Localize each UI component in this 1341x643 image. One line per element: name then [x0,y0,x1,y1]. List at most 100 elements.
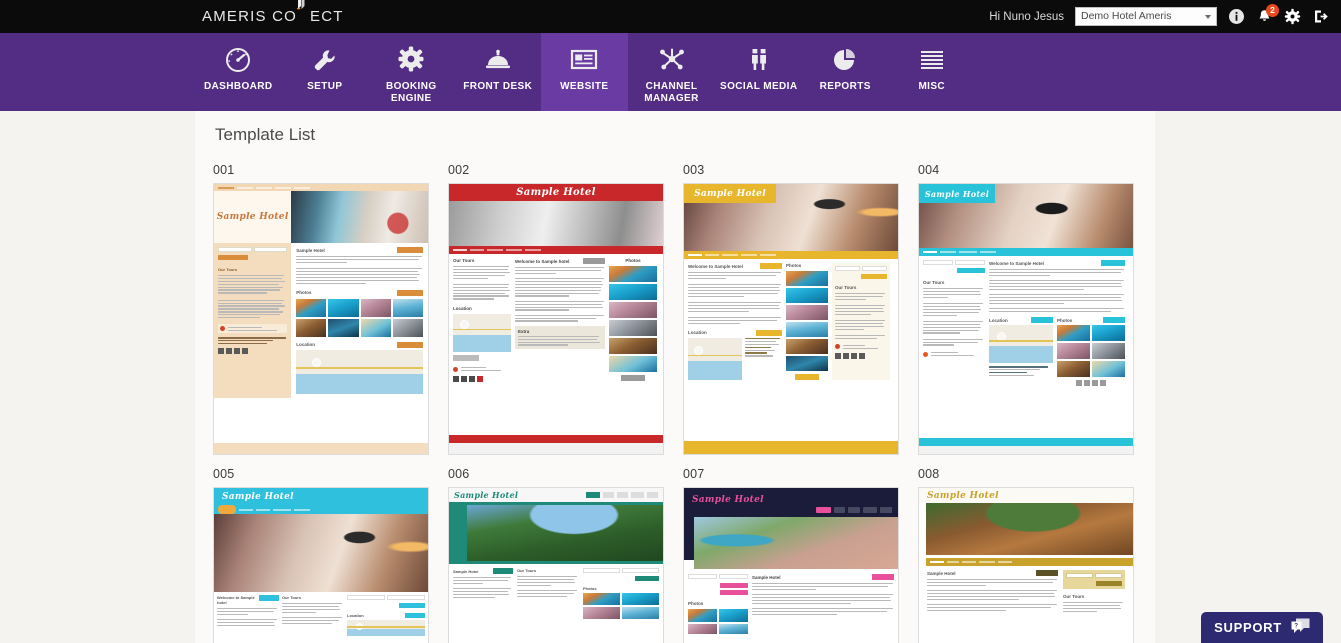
logo-text-left: AMERIS CO [202,8,297,25]
template-card[interactable]: 004 Sample Hotel Our Tours Welcome to Sa… [918,163,1134,455]
template-heading: Welcome to Sample Hotel [688,263,743,269]
template-section-label: Our Tours [517,568,537,573]
people-icon [744,43,774,77]
template-thumbnail-006[interactable]: Sample Hotel Sample Hotel Our Tours Phot… [448,487,664,643]
nav-item-front-desk[interactable]: FRONT DESK [455,33,542,111]
template-section-label: Location [989,317,1008,323]
user-greeting: Hi Nuno Jesus [989,10,1064,23]
template-heading: Welcome to Sample hotel [515,258,570,264]
template-heading: Sample Hotel [752,574,781,580]
gauge-icon [223,43,253,77]
notifications-bell-icon[interactable]: 2 [1256,4,1279,25]
template-hotel-name: Sample Hotel [694,188,766,199]
nav-item-setup[interactable]: SETUP [282,33,369,111]
nav-item-dashboard[interactable]: DASHBOARD [195,33,282,111]
template-hotel-name: Sample Hotel [222,491,294,502]
template-heading: Sample Hotel [296,247,325,253]
logo-text-right: ECT [309,8,344,25]
main-navigation: DASHBOARD SETUP BOOKING ENGINE FRONT DES… [0,33,1341,113]
template-section-label: Photos [296,290,312,296]
template-thumbnail-007[interactable]: Sample Hotel Photos Sample Hotel [683,487,899,643]
template-card[interactable]: 005 Sample Hotel Welcome to Sample hotel… [213,467,429,643]
template-thumbnail-005[interactable]: Sample Hotel Welcome to Sample hotel Our… [213,487,429,643]
content-panel: Template List 001 Sample Hotel Our Tours… [195,111,1155,643]
menu-lines-icon [917,43,947,77]
network-icon [657,43,687,77]
top-bar: AMERIS CO ECT Hi Nuno Jesus Demo Hotel A… [0,0,1341,33]
template-section-label: Photos [583,586,597,591]
page-body: Template List 001 Sample Hotel Our Tours… [0,111,1341,643]
nav-item-booking-engine[interactable]: BOOKING ENGINE [368,33,455,111]
nav-item-misc[interactable]: MISC [889,33,976,111]
template-section-label: Our Tours [218,267,238,272]
template-section-label: Photos [688,601,704,606]
template-id: 005 [213,467,235,481]
nav-item-label: BOOKING ENGINE [385,81,437,104]
top-bar-right-group: Hi Nuno Jesus Demo Hotel Ameris 2 [989,0,1329,33]
nav-item-label: SOCIAL MEDIA [720,81,798,92]
webpage-icon [569,43,599,77]
nav-item-channel-manager[interactable]: CHANNEL MANAGER [628,33,716,111]
wrench-icon [310,43,340,77]
template-section-label: Photos [1057,317,1073,323]
template-section-label: Our Tours [835,285,857,290]
nav-item-label: SETUP [307,81,343,92]
template-id: 002 [448,163,470,177]
template-card[interactable]: 001 Sample Hotel Our Tours Sample Hotel … [213,163,429,455]
template-hotel-name: Sample Hotel [516,187,596,198]
chat-bubble-icon: ? [1291,618,1310,637]
template-hotel-name: Sample Hotel [927,490,999,501]
svg-text:?: ? [1294,624,1298,630]
template-section-label: Extra [518,328,530,334]
hotel-select-value: Demo Hotel Ameris [1081,10,1172,22]
nav-item-website[interactable]: WEBSITE [541,33,628,113]
template-heading: Welcome to Sample Hotel [989,260,1044,266]
logout-icon[interactable] [1312,8,1329,25]
template-thumbnail-002[interactable]: Sample Hotel Our Tours Location Welcome … [448,183,664,455]
support-button[interactable]: SUPPORT ? [1201,612,1323,643]
hotel-select[interactable]: Demo Hotel Ameris [1075,7,1217,26]
template-hotel-name: Sample Hotel [216,211,289,222]
template-section-label: Location [688,330,707,336]
info-icon[interactable] [1228,8,1245,25]
chevron-down-icon [1205,15,1211,19]
template-section-label: Location [453,305,472,311]
template-thumbnail-008[interactable]: Sample Hotel Sample Hotel Our Tours [918,487,1134,643]
template-section-label: Location [347,613,364,618]
template-id: 003 [683,163,705,177]
template-thumbnail-001[interactable]: Sample Hotel Our Tours Sample Hotel Phot… [213,183,429,455]
support-label: SUPPORT [1214,620,1282,635]
nav-item-label: CHANNEL MANAGER [644,81,699,104]
template-card[interactable]: 002 Sample Hotel Our Tours Location Welc… [448,163,664,455]
gear-icon [396,43,426,77]
template-id: 007 [683,467,705,481]
nav-item-label: MISC [918,81,946,92]
bell-service-icon [483,43,513,77]
template-id: 006 [448,467,470,481]
gear-icon[interactable] [1284,8,1301,25]
template-heading: Sample Hotel [453,568,479,574]
app-logo[interactable]: AMERIS CO ECT [202,0,344,25]
template-id: 001 [213,163,235,177]
template-section-label: Our Tours [1063,594,1085,599]
template-section-label: Photos [786,263,802,268]
template-section-label: Our Tours [923,280,945,285]
template-heading: Welcome to Sample hotel [217,595,255,605]
nav-item-social-media[interactable]: SOCIAL MEDIA [716,33,803,111]
template-id: 008 [918,467,940,481]
template-hotel-name: Sample Hotel [454,490,519,500]
connect-logo-mark-icon [296,0,311,21]
template-thumbnail-004[interactable]: Sample Hotel Our Tours Welcome to Sample… [918,183,1134,455]
template-card[interactable]: 006 Sample Hotel Sample Hotel Our Tours … [448,467,664,643]
template-thumbnail-003[interactable]: Sample Hotel Welcome to Sample Hotel Loc… [683,183,899,455]
template-id: 004 [918,163,940,177]
page-title: Template List [215,125,316,144]
template-card[interactable]: 003 Sample Hotel Welcome to Sample Hotel… [683,163,899,455]
template-card[interactable]: 007 Sample Hotel Photos Sample Hotel [683,467,899,643]
nav-item-label: DASHBOARD [203,81,273,92]
nav-item-reports[interactable]: REPORTS [802,33,889,111]
template-section-label: Our Tours [453,258,475,263]
notification-badge: 2 [1266,4,1279,17]
template-card[interactable]: 008 Sample Hotel Sample Hotel Our Tours [918,467,1134,643]
nav-item-label: WEBSITE [560,81,609,92]
